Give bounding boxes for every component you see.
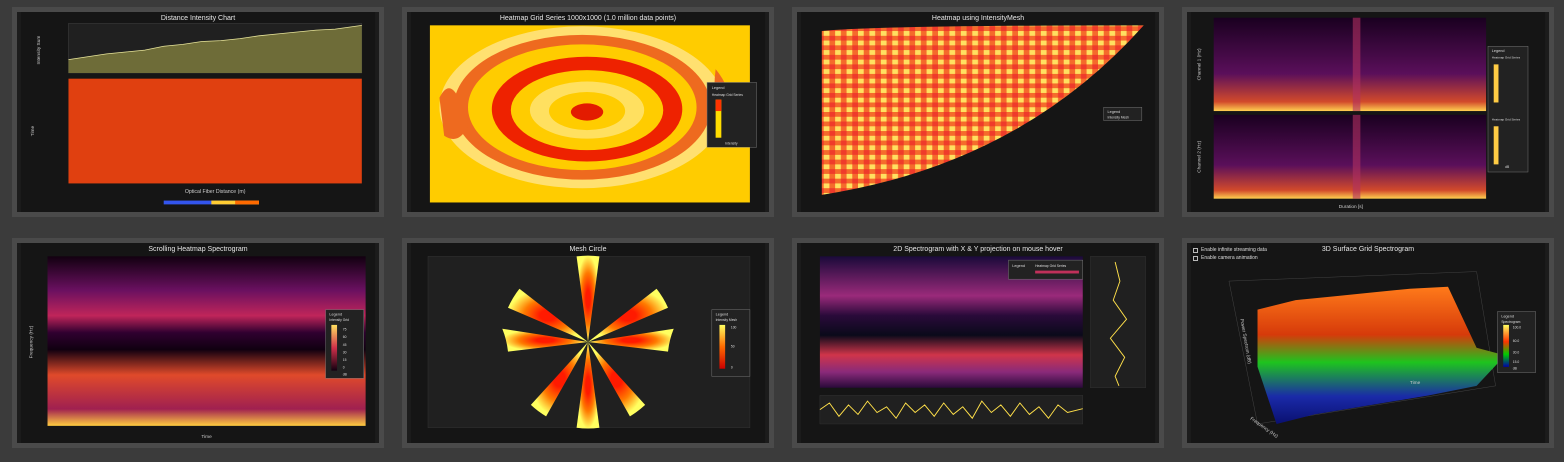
legend-series: Intensity Mesh (1108, 116, 1130, 120)
tile-title: Heatmap using IntensityMesh (931, 15, 1025, 22)
tile-mesh-circle[interactable]: Legend Intensity Mesh 100 50 0 Mesh Circ… (402, 238, 774, 448)
optical-fiber-distance-label: Optical Fiber Distance (m) (185, 189, 246, 195)
dual-spectrogram-chart: Legend Heatmap Grid Series Heatmap Grid … (1190, 12, 1546, 212)
legend-tick-60: 60 (343, 335, 347, 339)
checkbox-label: Enable camera animation (1201, 255, 1258, 261)
legend-title: Legend (329, 312, 342, 316)
distance-intensity-chart: Intensity Sum Time Optical Fiber Distanc… (20, 12, 376, 212)
tile-2d-spectrogram-projection[interactable]: Legend Heatmap Grid Series 2D Spectrogra… (792, 238, 1164, 448)
legend-unit: Intensity (725, 141, 738, 145)
camera-animation-checkbox[interactable]: Enable camera animation (1193, 255, 1258, 261)
legend-title: Legend (712, 86, 725, 90)
time-axis-label: Time (30, 126, 36, 137)
legend-series: Intensity Grid (329, 318, 349, 322)
legend-title: Legend (1492, 49, 1505, 53)
legend-tick-45: 45 (343, 343, 347, 347)
legend-tick-0: 0 (343, 366, 345, 370)
legend-series: Heatmap Grid Series (1035, 264, 1066, 268)
legend-tick-100: 100.0 (1513, 326, 1521, 330)
legend-series: Heatmap Grid Series (712, 93, 743, 97)
legend-series-1: Heatmap Grid Series (1492, 56, 1521, 60)
tile-title: Heatmap Grid Series 1000x1000 (1.0 milli… (499, 15, 677, 22)
legend-tick-50: 50 (731, 345, 735, 349)
legend-tick-30: 30 (343, 350, 347, 354)
legend-series: Spectrogram (1501, 320, 1520, 324)
checkbox-box[interactable] (1193, 247, 1198, 253)
checkbox-label: Enable infinite streaming data (1201, 247, 1267, 253)
legend-tick-100: 100 (731, 326, 737, 330)
time-axis-label: Time (201, 434, 212, 440)
intensity-sum-axis-label: Intensity Sum (36, 36, 42, 65)
legend-title: Legend (1012, 264, 1025, 268)
legend-tick-0: 0 (731, 366, 733, 370)
duration-axis-label: Duration [s] (1339, 204, 1363, 210)
legend-tick-15: 15.0 (1513, 360, 1520, 364)
legend-title: Legend (716, 312, 729, 316)
heatmap-grid-chart: Legend Heatmap Grid Series Intensity (410, 12, 766, 212)
legend-tick-30: 30.0 (1513, 350, 1520, 354)
tile-3d-surface-spectrogram[interactable]: Legend Spectrogram 100.0 60.0 30.0 15.0 … (1182, 238, 1554, 448)
tile-title: Scrolling Heatmap Spectrogram (148, 246, 248, 253)
3d-surface-chart: Legend Spectrogram 100.0 60.0 30.0 15.0 … (1190, 243, 1546, 443)
tile-scrolling-spectrogram[interactable]: Legend Intensity Grid 75 60 45 30 15 0 d… (12, 238, 384, 448)
tile-distance-intensity-chart[interactable]: Intensity Sum Time Optical Fiber Distanc… (12, 7, 384, 217)
legend-tick-60: 60.0 (1513, 339, 1520, 343)
infinite-streaming-checkbox[interactable]: Enable infinite streaming data (1193, 247, 1267, 253)
legend-title: Legend (1108, 110, 1121, 114)
checkbox-box[interactable] (1193, 255, 1198, 261)
intensity-mesh-chart: Legend Intensity Mesh (800, 12, 1156, 212)
tile-title: Distance Intensity Chart (160, 15, 236, 22)
legend-tick-15: 15 (343, 358, 347, 362)
tile-heatmap-grid-1000[interactable]: Legend Heatmap Grid Series Intensity Hea… (402, 7, 774, 217)
mesh-circle-chart: Legend Intensity Mesh 100 50 0 (410, 243, 766, 443)
legend-series: Intensity Mesh (716, 318, 738, 322)
tile-title: Mesh Circle (569, 246, 607, 253)
channel-1-axis-label: Channel 1 (Hz) (1196, 48, 1202, 80)
channel-2-axis-label: Channel 2 (Hz) (1196, 140, 1202, 172)
legend-title: Legend (1501, 314, 1514, 318)
frequency-axis-label: Frequency (Hz) (28, 325, 34, 358)
legend-tick-75: 75 (343, 328, 347, 332)
legend-series-2: Heatmap Grid Series (1492, 118, 1521, 122)
spectrogram-projection-chart: Legend Heatmap Grid Series (800, 243, 1156, 443)
tile-heatmap-intensity-mesh[interactable]: Legend Intensity Mesh Heatmap using Inte… (792, 7, 1164, 217)
scrolling-spectrogram-chart: Legend Intensity Grid 75 60 45 30 15 0 d… (20, 243, 376, 443)
time-axis-label: Time (1410, 380, 1421, 386)
tile-title: 2D Spectrogram with X & Y projection on … (893, 246, 1063, 253)
tile-dual-spectrogram[interactable]: Legend Heatmap Grid Series Heatmap Grid … (1182, 7, 1554, 217)
